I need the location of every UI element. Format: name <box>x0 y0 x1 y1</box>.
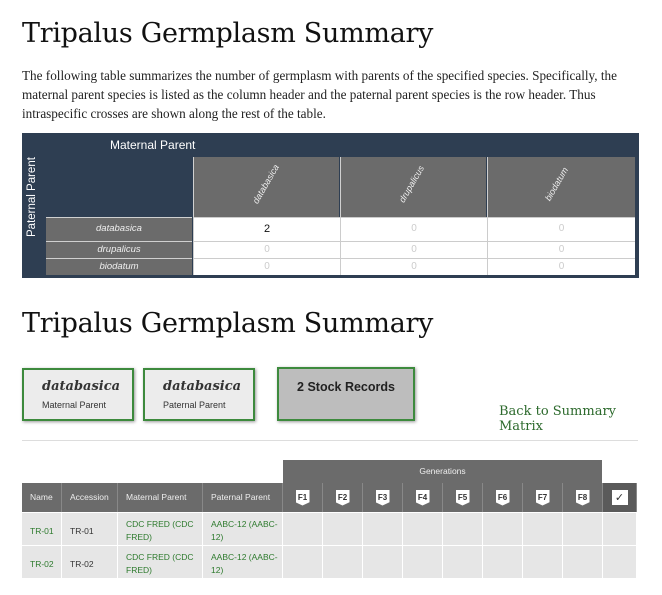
f1-icon: F1 <box>295 489 310 506</box>
matrix-cell: 0 <box>487 241 635 258</box>
gen-f4-header[interactable]: F4 <box>403 483 443 512</box>
divider <box>22 440 638 441</box>
matrix-cell: 0 <box>193 258 340 275</box>
gen-cell <box>363 512 403 545</box>
matrix-cell: 0 <box>340 241 487 258</box>
f4-icon: F4 <box>415 489 430 506</box>
gen-cell <box>563 512 603 545</box>
gen-f2-header[interactable]: F2 <box>323 483 363 512</box>
f6-icon: F6 <box>495 489 510 506</box>
page-title: Tripalus Germplasm Summary <box>22 18 434 49</box>
row2-paternal[interactable]: AABC-12 (AABC-12) <box>203 545 283 578</box>
matrix-cell[interactable]: 2 <box>193 217 340 241</box>
f2-icon: F2 <box>335 489 350 506</box>
row-header-biodatum: biodatum <box>46 258 192 275</box>
paternal-parent-card[interactable]: databasica Paternal Parent <box>143 368 255 421</box>
maternal-parent-card[interactable]: databasica Maternal Parent <box>22 368 134 421</box>
gen-cell <box>563 545 603 578</box>
row-header-databasica: databasica <box>46 217 192 241</box>
gen-cell <box>523 545 563 578</box>
gen-cell <box>323 512 363 545</box>
row1-name[interactable]: TR-01 <box>22 512 62 545</box>
paternal-parent-label: Paternal Parent <box>26 157 38 237</box>
row1-maternal[interactable]: CDC FRED (CDC FRED) <box>118 512 203 545</box>
gen-cell <box>443 512 483 545</box>
row1-paternal[interactable]: AABC-12 (AABC-12) <box>203 512 283 545</box>
row2-maternal[interactable]: CDC FRED (CDC FRED) <box>118 545 203 578</box>
col-header-databasica: databasica <box>193 157 339 217</box>
gen-cell <box>283 512 323 545</box>
f5-icon: F5 <box>455 489 470 506</box>
col-paternal-parent[interactable]: Paternal Parent <box>203 483 283 512</box>
gen-f3-header[interactable]: F3 <box>363 483 403 512</box>
select-cell[interactable] <box>603 545 637 578</box>
matrix-cell: 0 <box>487 258 635 275</box>
gen-f8-header[interactable]: F8 <box>563 483 603 512</box>
gen-cell <box>483 512 523 545</box>
col-name[interactable]: Name <box>22 483 62 512</box>
matrix-cell: 0 <box>487 217 635 241</box>
intro-paragraph: The following table summarizes the numbe… <box>22 68 617 121</box>
germplasm-matrix: Maternal Parent Paternal Parent databasi… <box>22 133 639 278</box>
row1-accession: TR-01 <box>62 512 118 545</box>
gen-cell <box>523 512 563 545</box>
f8-icon: F8 <box>575 489 590 506</box>
section-title: Tripalus Germplasm Summary <box>22 308 434 339</box>
gen-cell <box>483 545 523 578</box>
col-accession[interactable]: Accession <box>62 483 118 512</box>
matrix-cell: 0 <box>193 241 340 258</box>
select-all-header[interactable]: ✓ <box>603 483 637 512</box>
gen-cell <box>443 545 483 578</box>
f3-icon: F3 <box>375 489 390 506</box>
gen-f7-header[interactable]: F7 <box>523 483 563 512</box>
paternal-species: databasica <box>163 379 242 394</box>
gen-f1-header[interactable]: F1 <box>283 483 323 512</box>
maternal-role: Maternal Parent <box>42 400 107 410</box>
row2-accession: TR-02 <box>62 545 118 578</box>
matrix-cell: 0 <box>340 217 487 241</box>
col-header-drupalicus: drupalicus <box>340 157 486 217</box>
paternal-role: Paternal Parent <box>163 400 226 410</box>
row-header-drupalicus: drupalicus <box>46 241 192 258</box>
gen-cell <box>363 545 403 578</box>
gen-cell <box>323 545 363 578</box>
gen-f5-header[interactable]: F5 <box>443 483 483 512</box>
maternal-species: databasica <box>42 379 121 394</box>
col-header-biodatum: biodatum <box>487 157 635 217</box>
gen-cell <box>403 545 443 578</box>
matrix-cell: 0 <box>340 258 487 275</box>
select-cell[interactable] <box>603 512 637 545</box>
gen-f6-header[interactable]: F6 <box>483 483 523 512</box>
maternal-parent-label: Maternal Parent <box>110 138 196 152</box>
checkbox-icon: ✓ <box>611 490 628 505</box>
gen-cell <box>403 512 443 545</box>
row2-name[interactable]: TR-02 <box>22 545 62 578</box>
col-maternal-parent[interactable]: Maternal Parent <box>118 483 203 512</box>
gen-cell <box>283 545 323 578</box>
generations-header: Generations <box>283 460 602 483</box>
back-to-summary-link[interactable]: Back to Summary Matrix <box>499 404 662 434</box>
f7-icon: F7 <box>535 489 550 506</box>
stock-records-button[interactable]: 2 Stock Records <box>277 367 415 421</box>
